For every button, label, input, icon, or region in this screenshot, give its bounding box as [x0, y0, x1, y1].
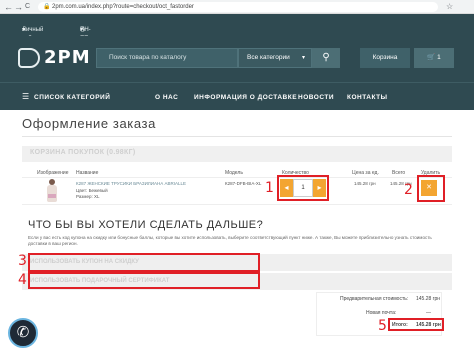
annotation-box-2 — [417, 175, 445, 202]
address-bar[interactable]: 🔒 2pm.com.ua/index.php?route=checkout/oc… — [38, 2, 438, 12]
col-price: Цена за ед. — [352, 170, 379, 176]
reload-icon[interactable]: C — [25, 1, 30, 13]
shipping-value: — — [426, 310, 431, 316]
category-select-value: Все категории — [247, 54, 290, 61]
cart-panel-header: КОРЗИНА ПОКУПОК (0.98КГ) — [22, 146, 452, 162]
next-section-title: ЧТО БЫ ВЫ ХОТЕЛИ СДЕЛАТЬ ДАЛЬШЕ? — [28, 219, 264, 231]
cart-icon: 🛒 — [427, 54, 436, 61]
annotation-label-5: 5 — [378, 318, 387, 334]
product-size: Размер: XL — [76, 194, 100, 199]
cart-label-button[interactable]: Корзина — [360, 48, 410, 68]
search-input[interactable]: Поиск товара по каталогу — [96, 48, 238, 68]
cart-panel-title: КОРЗИНА ПОКУПОК (0.98КГ) — [30, 149, 136, 156]
page-title: Оформление заказа — [22, 116, 156, 131]
chevron-down-icon: ▾ — [22, 27, 26, 33]
cart-count: 1 — [437, 54, 441, 61]
search-button[interactable]: ⚲ — [312, 48, 340, 68]
menu-icon[interactable]: ☰ — [22, 92, 29, 101]
annotation-box-5 — [388, 318, 444, 331]
browser-toolbar: ← → C 🔒 2pm.com.ua/index.php?route=check… — [0, 0, 474, 14]
chevron-down-icon: ▾ — [301, 55, 305, 61]
bookmark-star-icon[interactable]: ☆ — [446, 1, 453, 13]
subtotal-value: 145.28 грн — [416, 296, 441, 302]
annotation-label-1: 1 — [265, 180, 274, 196]
col-name: Название — [76, 170, 99, 176]
nav-categories[interactable]: СПИСОК КАТЕГОРИЙ — [34, 93, 110, 102]
unit-price: 145.28 грн — [354, 181, 376, 186]
url-text: 2pm.com.ua/index.php?route=checkout/oct_… — [52, 4, 194, 10]
annotation-box-1 — [277, 175, 329, 201]
annotation-label-4: 4 — [18, 272, 27, 288]
next-section-description: Если у вас есть код купона на скидку или… — [28, 235, 432, 246]
logo-text: 2PM — [44, 47, 91, 68]
cart-button[interactable]: 🛒 1 — [414, 48, 454, 68]
lock-icon: 🔒 — [43, 4, 51, 10]
product-name-link[interactable]: К287 ЖЕНСКИЕ ТРУСИКИ БРАЗИЛИАНА ABRIALLE — [76, 181, 216, 187]
annotation-label-2: 2 — [404, 182, 413, 198]
nav-news[interactable]: НОВОСТИ — [298, 93, 334, 102]
shipping-label: Новая почта: — [366, 310, 397, 316]
col-model: Модель — [225, 170, 243, 176]
forward-icon[interactable]: → — [14, 1, 23, 13]
nav-contacts[interactable]: КОНТАКТЫ — [347, 93, 387, 102]
subtotal-label: Предварительная стоимость: — [340, 296, 409, 302]
chevron-down-icon: ▾ — [80, 27, 84, 33]
main-nav: ☰ СПИСОК КАТЕГОРИЙ О НАС ИНФОРМАЦИЯ О ДО… — [0, 82, 474, 110]
product-thumbnail[interactable] — [45, 179, 59, 202]
annotation-label-3: 3 — [18, 253, 27, 269]
phone-icon: ✆ — [16, 324, 30, 341]
top-info-bar: ● Личный кабинет ▾ ◷ ПН-ПТ: 09:00 - 18:0… — [0, 14, 474, 69]
col-total: Всего — [392, 170, 406, 176]
divider — [22, 136, 452, 137]
thumbnail-garment — [48, 194, 56, 198]
product-model: К287-DFB-BIA-XL — [225, 181, 262, 186]
category-select[interactable]: Все категории ▾ — [238, 48, 312, 68]
annotation-box-3 — [28, 253, 260, 272]
col-image: Изображение — [37, 170, 69, 176]
site-header: 2PM Поиск товара по каталогу Все категор… — [0, 36, 474, 82]
back-icon[interactable]: ← — [4, 1, 13, 13]
callback-phone-button[interactable]: ✆ — [8, 318, 38, 348]
search-icon: ⚲ — [322, 52, 330, 63]
site-logo[interactable]: 2PM — [18, 46, 91, 70]
nav-delivery[interactable]: ИНФОРМАЦИЯ О ДОСТАВКЕ — [194, 93, 297, 102]
logo-mark-icon — [18, 48, 40, 68]
nav-about[interactable]: О НАС — [155, 93, 178, 102]
annotation-box-4 — [28, 272, 260, 289]
